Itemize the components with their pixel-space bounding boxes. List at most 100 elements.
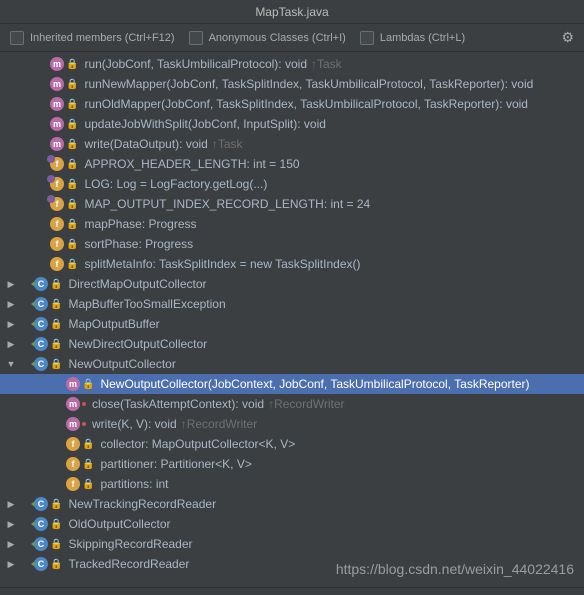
checkbox-label: Anonymous Classes (Ctrl+I): [209, 32, 346, 44]
expand-icon[interactable]: [4, 299, 18, 310]
title-text: MapTask.java: [255, 5, 328, 19]
signature-text: MapBufferTooSmallException: [68, 297, 225, 311]
static-field-icon: f: [50, 177, 64, 191]
checkbox-box: [10, 31, 24, 45]
checkbox-box: [360, 31, 374, 45]
signature-text: partitions: int: [100, 477, 168, 491]
signature-text: runNewMapper(JobConf, TaskSplitIndex, Ta…: [84, 77, 533, 91]
signature-text: MapOutputBuffer: [68, 317, 159, 331]
override-marker: ↑Task: [311, 57, 342, 71]
tree-row[interactable]: m🔒write(DataOutput): void↑Task: [0, 134, 584, 154]
lock-icon: 🔒: [50, 319, 62, 330]
tree-row[interactable]: 🔒NewTrackingRecordReader: [0, 494, 584, 514]
tree-row[interactable]: f🔒sortPhase: Progress: [0, 234, 584, 254]
expand-icon[interactable]: [4, 539, 18, 550]
tree-row[interactable]: f🔒 partitioner: Partitioner<K, V>: [0, 454, 584, 474]
tree-row[interactable]: m🔒run(JobConf, TaskUmbilicalProtocol): v…: [0, 54, 584, 74]
tree-row[interactable]: f🔒LOG: Log = LogFactory.getLog(...): [0, 174, 584, 194]
expand-icon[interactable]: [4, 499, 18, 510]
signature-text: mapPhase: Progress: [84, 217, 196, 231]
lock-icon: 🔒: [50, 519, 62, 530]
signature-text: runOldMapper(JobConf, TaskSplitIndex, Ta…: [84, 97, 528, 111]
tree-row[interactable]: f🔒 partitions: int: [0, 474, 584, 494]
lock-icon: 🔒: [82, 479, 94, 490]
signature-text: DirectMapOutputCollector: [68, 277, 206, 291]
tree-row[interactable]: f🔒mapPhase: Progress: [0, 214, 584, 234]
tree-row[interactable]: mwrite(K, V): void↑RecordWriter: [0, 414, 584, 434]
tree-row[interactable]: 🔒NewOutputCollector: [0, 354, 584, 374]
lock-icon: 🔒: [50, 299, 62, 310]
lock-icon: 🔒: [66, 99, 78, 110]
lock-icon: 🔒: [66, 179, 78, 190]
signature-text: TrackedRecordReader: [68, 557, 189, 571]
tree-row[interactable]: mclose(TaskAttemptContext): void↑RecordW…: [0, 394, 584, 414]
toolbar: Inherited members (Ctrl+F12) Anonymous C…: [0, 24, 584, 52]
class-icon: [34, 517, 48, 531]
checkbox-label: Lambdas (Ctrl+L): [380, 32, 465, 44]
method-icon: m: [50, 57, 64, 71]
tree-row[interactable]: f🔒 collector: MapOutputCollector<K, V>: [0, 434, 584, 454]
tree-row[interactable]: m🔒runOldMapper(JobConf, TaskSplitIndex, …: [0, 94, 584, 114]
expand-icon[interactable]: [4, 339, 18, 350]
tree-row[interactable]: 🔒NewDirectOutputCollector: [0, 334, 584, 354]
signature-text: updateJobWithSplit(JobConf, InputSplit):…: [84, 117, 325, 131]
lock-icon: 🔒: [82, 459, 94, 470]
tree-row[interactable]: m🔒runNewMapper(JobConf, TaskSplitIndex, …: [0, 74, 584, 94]
lambdas-checkbox[interactable]: Lambdas (Ctrl+L): [360, 31, 465, 45]
lock-icon: 🔒: [82, 439, 94, 450]
method-icon: m: [66, 377, 80, 391]
lock-icon: 🔒: [50, 279, 62, 290]
static-field-icon: f: [50, 197, 64, 211]
signature-text: splitMetaInfo: TaskSplitIndex = new Task…: [84, 257, 360, 271]
override-marker: ↑Task: [212, 137, 243, 151]
lock-icon: 🔒: [66, 139, 78, 150]
field-icon: f: [66, 457, 80, 471]
tree-row[interactable]: m🔒NewOutputCollector(JobContext, JobConf…: [0, 374, 584, 394]
signature-text: sortPhase: Progress: [84, 237, 193, 251]
lock-icon: 🔒: [66, 259, 78, 270]
class-icon: [34, 357, 48, 371]
method-icon: m: [50, 117, 64, 131]
tree-row[interactable]: f🔒 APPROX_HEADER_LENGTH: int = 150: [0, 154, 584, 174]
expand-icon[interactable]: [4, 519, 18, 530]
inherited-checkbox[interactable]: Inherited members (Ctrl+F12): [10, 31, 175, 45]
visibility-dot-icon: [82, 422, 86, 426]
lock-icon: 🔒: [66, 159, 78, 170]
expand-icon[interactable]: [4, 319, 18, 330]
expand-icon[interactable]: [4, 279, 18, 290]
visibility-dot-icon: [82, 402, 86, 406]
tree-row[interactable]: 🔒SkippingRecordReader: [0, 534, 584, 554]
tree-row[interactable]: 🔒 MapBufferTooSmallException: [0, 294, 584, 314]
lock-icon: 🔒: [66, 199, 78, 210]
lock-icon: 🔒: [66, 119, 78, 130]
tree-row[interactable]: 🔒 MapOutputBuffer: [0, 314, 584, 334]
collapse-icon[interactable]: [4, 359, 18, 369]
anonymous-checkbox[interactable]: Anonymous Classes (Ctrl+I): [189, 31, 346, 45]
tree-row[interactable]: f🔒MAP_OUTPUT_INDEX_RECORD_LENGTH: int = …: [0, 194, 584, 214]
tree-row[interactable]: m🔒 updateJobWithSplit(JobConf, InputSplit…: [0, 114, 584, 134]
lock-icon: 🔒: [50, 339, 62, 350]
tree-row[interactable]: f🔒splitMetaInfo: TaskSplitIndex = new Ta…: [0, 254, 584, 274]
signature-text: partitioner: Partitioner<K, V>: [100, 457, 251, 471]
signature-text: collector: MapOutputCollector<K, V>: [100, 437, 295, 451]
gear-icon[interactable]: ⚙: [561, 29, 574, 46]
signature-text: write(DataOutput): void↑Task: [84, 137, 242, 151]
tree-row[interactable]: 🔒OldOutputCollector: [0, 514, 584, 534]
signature-text: NewTrackingRecordReader: [68, 497, 216, 511]
signature-text: APPROX_HEADER_LENGTH: int = 150: [84, 157, 299, 171]
lock-icon: 🔒: [66, 79, 78, 90]
tree-row[interactable]: 🔒 DirectMapOutputCollector: [0, 274, 584, 294]
structure-tree[interactable]: m🔒run(JobConf, TaskUmbilicalProtocol): v…: [0, 52, 584, 587]
field-icon: f: [50, 217, 64, 231]
tree-row[interactable]: 🔒TrackedRecordReader: [0, 554, 584, 574]
override-marker: ↑RecordWriter: [268, 397, 344, 411]
class-icon: [34, 297, 48, 311]
field-icon: f: [50, 237, 64, 251]
field-icon: f: [66, 477, 80, 491]
static-field-icon: f: [50, 157, 64, 171]
signature-text: write(K, V): void↑RecordWriter: [92, 417, 257, 431]
expand-icon[interactable]: [4, 559, 18, 570]
horizontal-scrollbar[interactable]: [0, 587, 584, 595]
field-icon: f: [66, 437, 80, 451]
signature-text: close(TaskAttemptContext): void↑RecordWr…: [92, 397, 345, 411]
